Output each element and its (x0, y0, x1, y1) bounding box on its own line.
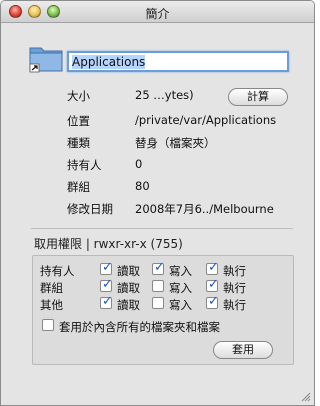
modified-label: 修改日期 (67, 202, 113, 216)
check-icon: ✓ (102, 294, 113, 309)
apply-all-checkbox[interactable] (42, 319, 54, 331)
group-write-label: 寫入 (169, 281, 192, 295)
others-write-checkbox[interactable] (152, 297, 164, 309)
name-input[interactable]: Applications (67, 51, 289, 72)
compute-button[interactable]: 計算 (228, 88, 288, 106)
group-read-label: 讀取 (117, 281, 140, 295)
title-bar[interactable]: 簡介 (1, 1, 314, 23)
owner-exec-checkbox[interactable]: ✓ (206, 260, 219, 275)
others-read-label: 讀取 (117, 298, 140, 312)
others-exec-label: 執行 (223, 298, 246, 312)
perm-group-label: 群組 (40, 281, 63, 295)
size-label: 大小 (67, 89, 90, 103)
divider (31, 228, 293, 229)
kind-label: 種類 (67, 136, 90, 150)
check-icon: ✓ (102, 277, 113, 292)
size-value: 25 …ytes) (135, 88, 194, 102)
others-write-label: 寫入 (169, 298, 192, 312)
apply-button[interactable]: 套用 (213, 341, 273, 359)
owner-write-checkbox[interactable]: ✓ (152, 260, 165, 275)
resize-grip-icon[interactable] (301, 392, 311, 402)
group-exec-label: 執行 (223, 281, 246, 295)
group-value: 80 (135, 179, 150, 193)
owner-read-label: 讀取 (117, 264, 140, 278)
perm-others-label: 其他 (40, 298, 63, 312)
group-exec-checkbox[interactable]: ✓ (206, 277, 219, 292)
location-label: 位置 (67, 114, 90, 128)
location-value: /private/var/Applications (135, 113, 277, 127)
owner-write-label: 寫入 (169, 264, 192, 278)
check-icon: ✓ (102, 260, 113, 275)
group-read-checkbox[interactable]: ✓ (100, 277, 113, 292)
owner-value: 0 (135, 157, 143, 171)
check-icon: ✓ (208, 294, 219, 309)
owner-label: 持有人 (67, 158, 102, 172)
info-window: 簡介 Applications 大小 25 …ytes) 計算 位置 /priv… (0, 0, 315, 406)
name-input-value: Applications (72, 55, 146, 69)
apply-all-label: 套用於內含所有的檔案夾和檔案 (59, 320, 220, 334)
window-title: 簡介 (145, 7, 170, 21)
others-read-checkbox[interactable]: ✓ (100, 294, 113, 309)
others-exec-checkbox[interactable]: ✓ (206, 294, 219, 309)
owner-exec-label: 執行 (223, 264, 246, 278)
perm-owner-label: 持有人 (40, 264, 75, 278)
check-icon: ✓ (208, 277, 219, 292)
folder-alias-icon (29, 47, 63, 73)
group-write-checkbox[interactable] (152, 280, 164, 292)
owner-read-checkbox[interactable]: ✓ (100, 260, 113, 275)
permissions-title: 取用權限 | rwxr-xr-x (755) (34, 237, 183, 251)
check-icon: ✓ (208, 260, 219, 275)
check-icon: ✓ (154, 260, 165, 275)
group-label: 群組 (67, 180, 90, 194)
modified-value: 2008年7月6../Melbourne (135, 202, 274, 216)
kind-value: 替身（檔案夾） (135, 136, 216, 150)
